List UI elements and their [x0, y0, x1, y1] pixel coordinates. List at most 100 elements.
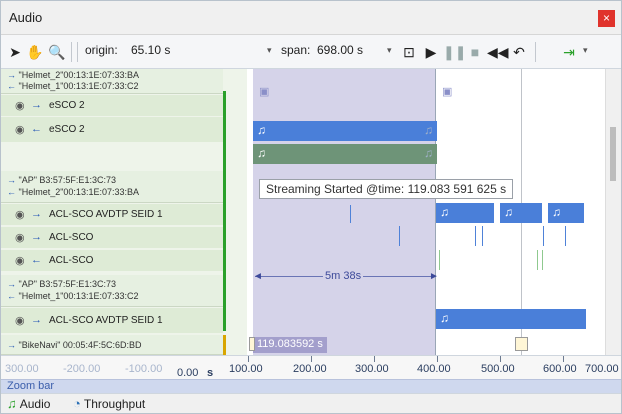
window-title: Audio	[9, 10, 43, 25]
ruler-tick	[563, 356, 564, 362]
speaker-icon: ◉	[15, 124, 25, 136]
device-pair-line: "Helmet_1"00:13:1E:07:33:C2	[18, 81, 139, 91]
direction-arrow-icon: →	[31, 231, 42, 243]
stream-row[interactable]: ◉ ← eSCO 2	[1, 116, 223, 142]
origin-field[interactable]: 65.10 s	[131, 43, 170, 57]
track-marker-icon[interactable]: ⇥	[559, 42, 579, 62]
stream-row[interactable]: ◉ → ACL-SCO	[1, 226, 223, 248]
toolbar-separator	[77, 42, 78, 62]
stream-row[interactable]: ◉ → ACL-SCO AVDTP SEID 1	[1, 307, 223, 333]
device-pair-header[interactable]: → "BikeNavi" 00:05:4F:5C:6D:BD	[1, 335, 223, 355]
audio-stream-block[interactable]: ♫	[436, 309, 586, 329]
duration-label: 5m 38s	[323, 270, 364, 282]
packet-tick	[439, 250, 440, 270]
speaker-icon: ◉	[15, 232, 25, 244]
audio-stream-block[interactable]: ♫	[436, 203, 494, 223]
stream-start-icon: ▣	[259, 86, 270, 98]
device-pair-header[interactable]: → "AP" B3:57:5F:E1:3C:73 ← "Helmet_2"00:…	[1, 171, 223, 203]
stop-icon[interactable]: ■	[465, 42, 485, 62]
direction-arrow-icon: →	[31, 208, 42, 220]
device-pair-header[interactable]: → "Helmet_2"00:13:1E:07:33:BA ← "Helmet_…	[1, 69, 223, 94]
close-button[interactable]: ×	[598, 10, 615, 27]
audio-stream-block[interactable]: ♫	[548, 203, 584, 223]
device-pair-line: "BikeNavi" 00:05:4F:5C:6D:BD	[18, 340, 142, 350]
device-pair-line: "AP" B3:57:5F:E1:3C:73	[18, 175, 116, 185]
ruler-label: 300.00	[5, 363, 39, 375]
ruler-tick	[500, 356, 501, 362]
packet-tick	[482, 226, 483, 246]
stream-label: eSCO 2	[49, 124, 85, 135]
packet-tick	[537, 250, 538, 270]
ruler-label: 200.00	[293, 363, 327, 375]
zoom-tool-icon[interactable]: 🔍	[47, 42, 67, 62]
stream-label: ACL-SCO AVDTP SEID 1	[49, 209, 163, 220]
audio-stream-block[interactable]: ♫ ♫	[253, 144, 437, 164]
speaker-icon: ◉	[15, 209, 25, 221]
ruler-label: 700.00	[585, 363, 619, 375]
packet-tick	[543, 226, 544, 246]
device-pair-line: "Helmet_2"00:13:1E:07:33:BA	[18, 187, 139, 197]
direction-arrow-icon: →	[31, 314, 42, 326]
vertical-scrollbar[interactable]	[605, 69, 621, 355]
toolbar-more-icon[interactable]: ▾	[583, 45, 588, 56]
packet-tick	[565, 226, 566, 246]
stream-row[interactable]: ◉ → eSCO 2	[1, 94, 223, 116]
ruler-label: 600.00	[543, 363, 577, 375]
hand-tool-icon[interactable]: ✋	[25, 42, 45, 62]
title-bar: Audio ×	[1, 1, 621, 35]
stream-row[interactable]: ◉ ← ACL-SCO	[1, 249, 223, 271]
ruler-label: 100.00	[229, 363, 263, 375]
origin-dropdown-icon[interactable]: ▾	[267, 45, 272, 56]
pause-icon[interactable]: ❚❚	[443, 42, 466, 62]
cursor-handle[interactable]	[515, 337, 528, 351]
measure-right-arrow-icon: ►	[429, 271, 439, 282]
device-pair-line: "Helmet_2"00:13:1E:07:33:BA	[18, 70, 139, 80]
active-indicator-bar	[223, 91, 226, 331]
toolbar: ➤ ✋ 🔍 origin: 65.10 s ▾ span: 698.00 s ▾…	[1, 35, 621, 69]
undo-icon[interactable]: ↶	[509, 42, 529, 62]
tab-throughput[interactable]: ◔ Throughput	[73, 396, 145, 411]
cursor-time-label: 119.083592 s	[253, 337, 327, 353]
tab-audio[interactable]: ♫ Audio	[7, 396, 50, 411]
span-field[interactable]: 698.00 s	[317, 43, 363, 57]
toolbar-separator	[535, 42, 536, 62]
scrollbar-thumb[interactable]	[610, 127, 616, 181]
speaker-icon: ◉	[15, 100, 25, 112]
zoom-bar[interactable]: Zoom bar	[1, 379, 621, 393]
ruler-label: 500.00	[481, 363, 515, 375]
origin-label: origin:	[85, 43, 118, 57]
ruler-tick	[374, 356, 375, 362]
ruler-label: -200.00	[63, 363, 101, 375]
speaker-icon: ◉	[15, 315, 25, 327]
direction-arrow-icon: ←	[31, 254, 42, 266]
device-pair-line: "Helmet_1"00:13:1E:07:33:C2	[18, 291, 139, 301]
tab-label: Audio	[19, 397, 51, 411]
stream-row[interactable]: ◉ → ACL-SCO AVDTP SEID 1	[1, 203, 223, 225]
rewind-icon[interactable]: ◀◀	[487, 42, 509, 62]
stream-list-panel: → "Helmet_2"00:13:1E:07:33:BA ← "Helmet_…	[1, 69, 247, 355]
selection-region[interactable]	[253, 69, 435, 355]
play-icon[interactable]: ▶	[421, 42, 441, 62]
packet-tick	[399, 226, 400, 246]
ruler-unit-label: s	[207, 367, 214, 379]
audio-stream-block[interactable]: ♫ ♫	[253, 121, 437, 141]
direction-arrow-icon: →	[31, 99, 42, 111]
device-pair-header[interactable]: → "AP" B3:57:5F:E1:3C:73 ← "Helmet_1"00:…	[1, 275, 223, 307]
packet-tick	[542, 250, 543, 270]
audio-stream-block[interactable]: ♫	[500, 203, 542, 223]
selection-handle[interactable]	[249, 337, 255, 351]
pointer-tool-icon[interactable]: ➤	[5, 42, 25, 62]
ruler-label: -100.00	[125, 363, 163, 375]
packet-tick	[475, 226, 476, 246]
stream-label: eSCO 2	[49, 100, 85, 111]
bottom-tabs: ♫ Audio ◔ Throughput	[1, 393, 621, 413]
time-ruler[interactable]: 300.00 -200.00 -100.00 0.00 s 100.00 200…	[1, 355, 621, 379]
timeline-area[interactable]: ▣ ▣ ♫ ♫ ♫ ♫ Streaming Started @time: 119.0…	[249, 69, 605, 355]
direction-arrow-icon: ←	[31, 123, 42, 135]
zoom-bar-label: Zoom bar	[7, 380, 55, 392]
span-label: span:	[281, 43, 311, 57]
span-dropdown-icon[interactable]: ▾	[387, 45, 392, 56]
stream-label: ACL-SCO AVDTP SEID 1	[49, 315, 163, 326]
event-tooltip: Streaming Started @time: 119.083 591 625…	[259, 179, 514, 199]
zoom-fit-icon[interactable]: ⊡	[399, 42, 419, 62]
